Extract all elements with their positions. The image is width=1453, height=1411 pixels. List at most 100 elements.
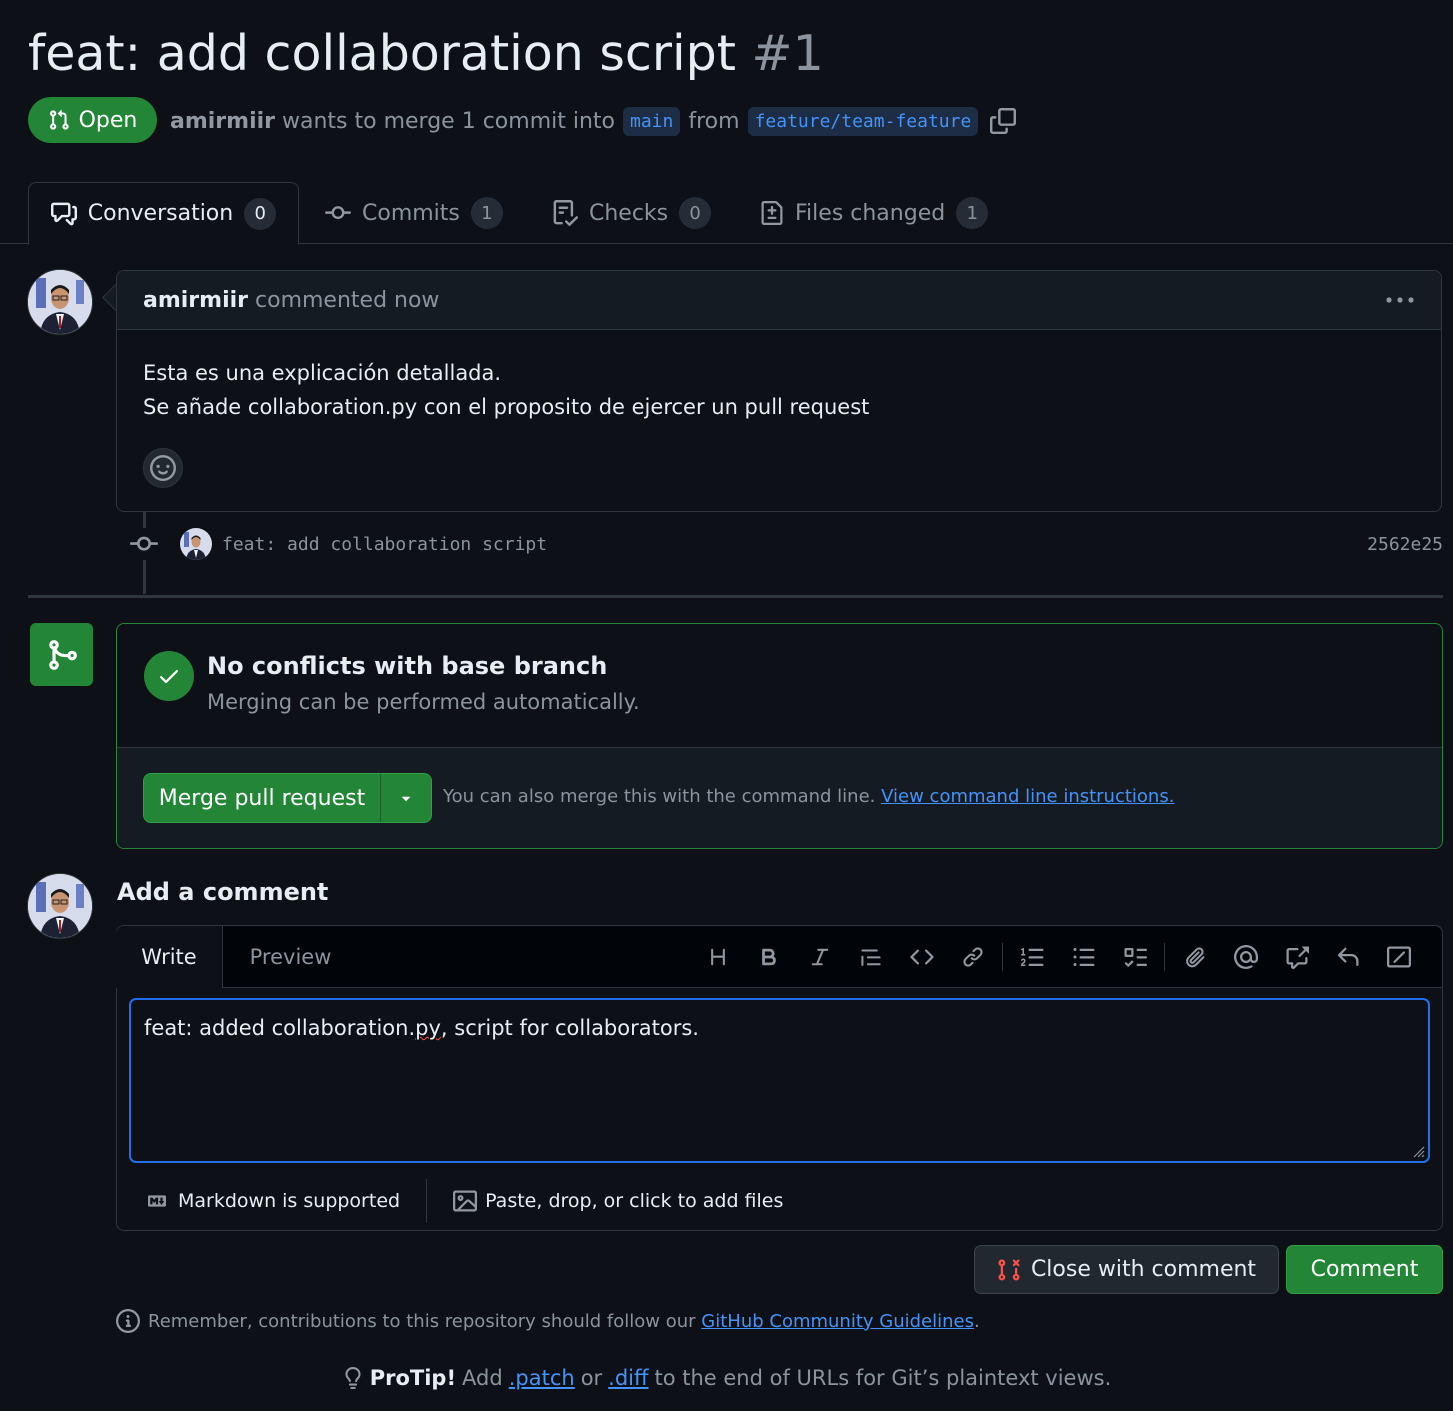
- close-with-comment-button[interactable]: Close with comment: [974, 1245, 1279, 1294]
- comment-author[interactable]: amirmiir: [143, 288, 248, 313]
- git-merge-icon: [30, 623, 93, 686]
- undo-icon[interactable]: [1322, 937, 1373, 977]
- git-commit-icon: [325, 200, 351, 226]
- timeline-commit: feat: add collaboration script 2562e25: [130, 524, 1443, 564]
- comment-button[interactable]: Comment: [1286, 1245, 1443, 1294]
- bold-icon[interactable]: [743, 937, 794, 977]
- link-icon[interactable]: [947, 937, 998, 977]
- checklist-icon: [552, 200, 578, 226]
- merge-hint: You can also merge this with the command…: [443, 786, 1174, 807]
- code-icon[interactable]: [896, 937, 947, 977]
- merge-box: No conflicts with base branch Merging ca…: [116, 623, 1443, 849]
- quote-icon[interactable]: [845, 937, 896, 977]
- attach-files-area[interactable]: Paste, drop, or click to add files: [453, 1189, 783, 1213]
- comment-body-line: Esta es una explicación detallada.: [143, 361, 502, 385]
- file-diff-icon: [760, 200, 784, 226]
- footer-divider: [426, 1179, 428, 1223]
- comment-textarea[interactable]: feat: added collaboration.py, script for…: [129, 998, 1430, 1163]
- diff-link[interactable]: .diff: [608, 1366, 648, 1390]
- merge-status-subtitle: Merging can be performed automatically.: [207, 690, 640, 714]
- toolbar-divider: [1164, 942, 1165, 971]
- ordered-list-icon[interactable]: [1007, 937, 1058, 977]
- kebab-horizontal-icon[interactable]: [1385, 296, 1415, 304]
- issue-closed-icon: [997, 1258, 1021, 1282]
- commit-sha-link[interactable]: 2562e25: [1367, 534, 1443, 555]
- pr-title: feat: add collaboration script #1: [28, 22, 824, 86]
- head-branch[interactable]: feature/team-feature: [747, 106, 979, 136]
- timeline-divider: [28, 595, 1443, 598]
- merge-method-dropdown[interactable]: [380, 774, 431, 822]
- avatar[interactable]: [27, 269, 93, 335]
- tab-commits[interactable]: Commits 1: [325, 182, 503, 244]
- markdown-icon: [144, 1192, 170, 1210]
- community-guidelines-link[interactable]: GitHub Community Guidelines: [701, 1311, 974, 1332]
- heading-icon[interactable]: [692, 937, 743, 977]
- protip-text: Add: [462, 1366, 503, 1390]
- editor-footer: Markdown is supported Paste, drop, or cl…: [117, 1171, 1442, 1231]
- comment-card: amirmiir commented now Esta es una expli…: [116, 270, 1442, 512]
- comment-text-part: feat: added collaboration.: [144, 1016, 416, 1040]
- comment-body-line: Se añade collaboration.py con el proposi…: [143, 395, 870, 419]
- git-pull-request-icon: [48, 109, 70, 131]
- info-icon: [116, 1309, 140, 1333]
- comment-discussion-icon: [50, 201, 77, 227]
- pr-meta: amirmiir wants to merge 1 commit into ma…: [170, 101, 1017, 141]
- merge-pull-request-button[interactable]: Merge pull request: [144, 774, 380, 822]
- copy-icon[interactable]: [990, 108, 1017, 134]
- comment-action: commented now: [255, 287, 440, 313]
- unordered-list-icon[interactable]: [1058, 937, 1109, 977]
- markdown-note: Markdown is supported: [178, 1190, 401, 1212]
- slash-command-icon[interactable]: [1373, 937, 1424, 977]
- avatar[interactable]: [27, 873, 93, 939]
- tab-checks[interactable]: Checks 0: [552, 182, 712, 244]
- resize-handle-icon[interactable]: [1411, 1144, 1425, 1158]
- base-branch[interactable]: main: [623, 106, 681, 136]
- pr-meta-text: wants to merge 1 commit into: [282, 108, 615, 134]
- command-line-instructions-link[interactable]: View command line instructions.: [881, 786, 1174, 807]
- commit-message-link[interactable]: feat: add collaboration script: [222, 534, 547, 555]
- pr-title-text: feat: add collaboration script: [28, 25, 736, 82]
- merge-status: No conflicts with base branch Merging ca…: [117, 624, 1442, 748]
- check-icon: [144, 651, 194, 701]
- merge-button-group: Merge pull request: [143, 773, 432, 823]
- merge-actions: Merge pull request You can also merge th…: [117, 748, 1442, 848]
- editor-header: Write Preview: [116, 926, 1442, 988]
- triangle-down-icon: [399, 791, 413, 805]
- tab-preview[interactable]: Preview: [223, 926, 358, 987]
- protip-label: ProTip!: [369, 1366, 457, 1390]
- tab-files-changed-label: Files changed: [795, 200, 946, 226]
- pr-state-label: Open: [78, 107, 138, 133]
- tab-conversation[interactable]: Conversation 0: [28, 182, 299, 245]
- markdown-toolbar: [692, 926, 1424, 987]
- mention-icon[interactable]: [1220, 937, 1271, 977]
- pr-from-text: from: [688, 108, 740, 134]
- comment-text-part: , script for collaborators.: [440, 1016, 699, 1040]
- git-commit-icon: [130, 528, 158, 560]
- smiley-icon: [150, 455, 176, 481]
- protip-text: or: [580, 1366, 603, 1390]
- merge-hint-text: You can also merge this with the command…: [443, 786, 876, 807]
- light-bulb-icon: [342, 1366, 364, 1390]
- tab-conversation-label: Conversation: [87, 201, 234, 226]
- pr-author-link[interactable]: amirmiir: [170, 109, 275, 134]
- italic-icon[interactable]: [794, 937, 845, 977]
- comment-body: Esta es una explicación detallada. Se añ…: [117, 330, 1441, 488]
- guidelines-note: Remember, contributions to this reposito…: [116, 1306, 980, 1336]
- tab-write[interactable]: Write: [116, 926, 223, 988]
- task-list-icon[interactable]: [1109, 937, 1160, 977]
- markdown-supported-link[interactable]: Markdown is supported: [144, 1190, 400, 1212]
- protip: ProTip! Add .patch or .diff to the end o…: [0, 1361, 1453, 1395]
- attach-note: Paste, drop, or click to add files: [485, 1190, 784, 1212]
- pr-number: #1: [751, 25, 824, 82]
- tab-files-changed[interactable]: Files changed 1: [760, 182, 989, 244]
- add-reaction-button[interactable]: [143, 448, 183, 488]
- pr-state-badge: Open: [28, 97, 157, 143]
- tab-conversation-count: 0: [244, 197, 277, 230]
- attach-icon[interactable]: [1169, 937, 1220, 977]
- cross-reference-icon[interactable]: [1271, 937, 1322, 977]
- comment-header: amirmiir commented now: [117, 271, 1441, 330]
- toolbar-divider: [1002, 942, 1003, 971]
- avatar[interactable]: [180, 528, 212, 560]
- guidelines-text: Remember, contributions to this reposito…: [148, 1310, 696, 1332]
- patch-link[interactable]: .patch: [509, 1366, 575, 1390]
